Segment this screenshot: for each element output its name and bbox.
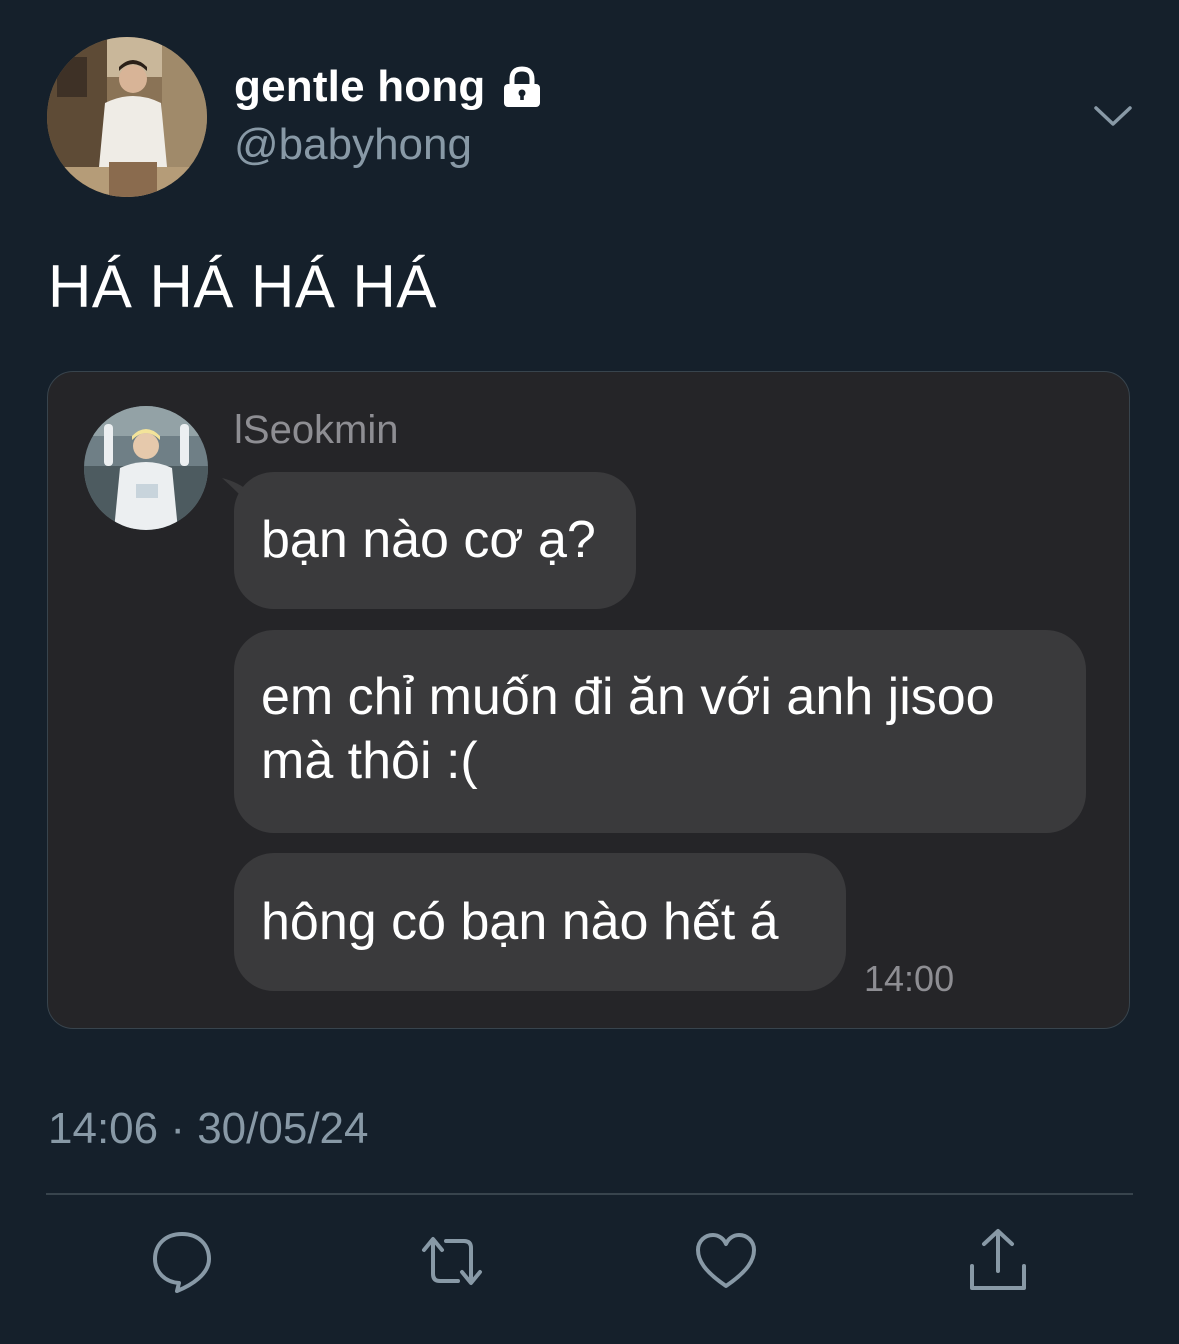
share-button[interactable] bbox=[966, 1228, 1030, 1294]
reply-button[interactable] bbox=[150, 1228, 214, 1294]
chat-message-bubble: bạn nào cơ ạ? bbox=[234, 472, 636, 609]
tweet-text: HÁ HÁ HÁ HÁ bbox=[48, 253, 437, 320]
chevron-down-icon[interactable] bbox=[1092, 100, 1134, 130]
retweet-icon bbox=[422, 1237, 482, 1285]
chat-sender-avatar bbox=[84, 406, 208, 530]
chat-sender-name: lSeokmin bbox=[234, 408, 399, 452]
retweet-button[interactable] bbox=[420, 1228, 484, 1294]
lock-icon bbox=[503, 66, 540, 107]
reply-icon bbox=[153, 1232, 211, 1293]
share-icon bbox=[970, 1229, 1026, 1290]
divider bbox=[46, 1193, 1133, 1195]
author-handle[interactable]: @babyhong bbox=[234, 120, 472, 170]
tweet-media-card[interactable]: lSeokmin bạn nào cơ ạ? em chỉ muốn đi ăn… bbox=[47, 371, 1130, 1029]
author-avatar[interactable] bbox=[47, 37, 207, 197]
chat-message-bubble: hông có bạn nào hết á bbox=[234, 853, 846, 991]
chat-message-time: 14:00 bbox=[864, 958, 955, 999]
chat-message-bubble: em chỉ muốn đi ăn với anh jisoo mà thôi … bbox=[234, 630, 1086, 833]
like-icon bbox=[696, 1233, 756, 1288]
like-button[interactable] bbox=[694, 1228, 758, 1294]
author-display-name[interactable]: gentle hong bbox=[234, 62, 486, 112]
tweet-timestamp[interactable]: 14:06 · 30/05/24 bbox=[48, 1104, 368, 1154]
